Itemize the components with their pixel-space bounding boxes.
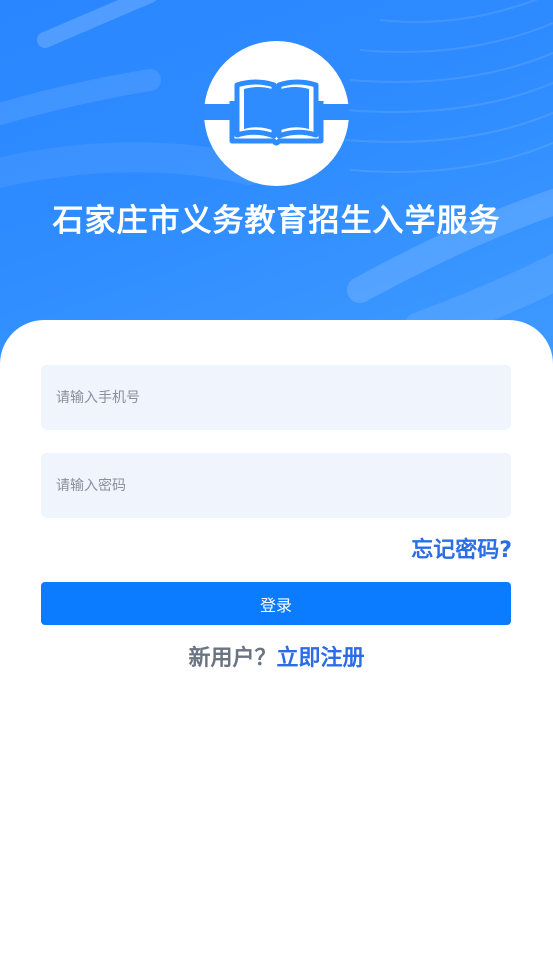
login-button[interactable]: 登录	[41, 582, 511, 625]
open-book-icon	[204, 79, 349, 146]
app-logo	[204, 41, 349, 186]
app-title: 石家庄市义务教育招生入学服务	[52, 203, 501, 239]
register-row: 新用户？立即注册	[0, 640, 553, 678]
register-link[interactable]: 立即注册	[277, 646, 365, 671]
new-user-prompt: 新用户？	[188, 646, 277, 671]
phone-input[interactable]	[41, 365, 511, 430]
forgot-password-link[interactable]: 忘记密码?	[411, 532, 512, 570]
password-input[interactable]	[41, 453, 511, 518]
